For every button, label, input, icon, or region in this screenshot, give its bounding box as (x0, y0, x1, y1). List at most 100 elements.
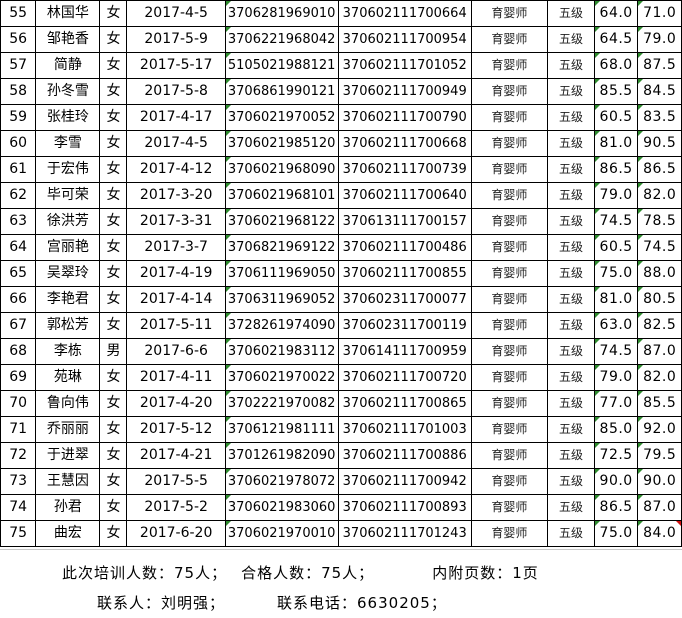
name-cell[interactable]: 李栋 (35, 338, 101, 365)
name-cell[interactable]: 吴翠玲 (35, 260, 101, 287)
name-cell[interactable]: 王慧因 (35, 468, 101, 495)
occupation-cell[interactable]: 育婴师 (470, 390, 549, 417)
date-cell[interactable]: 2017-4-5 (126, 130, 226, 157)
occupation-cell[interactable]: 育婴师 (470, 338, 549, 365)
row-number[interactable]: 58 (0, 78, 37, 105)
certificate-number-cell[interactable]: 370602111700954 (337, 26, 472, 53)
theory-score-cell[interactable]: 75.0 (593, 260, 639, 287)
row-number[interactable]: 70 (0, 390, 37, 417)
row-number[interactable]: 56 (0, 26, 37, 53)
occupation-cell[interactable]: 育婴师 (470, 26, 549, 53)
date-cell[interactable]: 2017-4-17 (126, 104, 226, 131)
certificate-number-cell[interactable]: 370602111700855 (337, 260, 472, 287)
skill-score-cell[interactable]: 82.0 (637, 182, 682, 209)
certificate-number-cell[interactable]: 370602111700949 (337, 78, 472, 105)
level-cell[interactable]: 五级 (547, 130, 595, 157)
date-cell[interactable]: 2017-4-5 (126, 0, 226, 27)
certificate-number-cell[interactable]: 370602111700790 (337, 104, 472, 131)
row-number[interactable]: 61 (0, 156, 37, 183)
certificate-number-cell[interactable]: 370602111700486 (337, 234, 472, 261)
id-number-cell[interactable]: 3728261974090 (224, 312, 339, 339)
skill-score-cell[interactable]: 87.5 (637, 52, 682, 79)
id-number-cell[interactable]: 3706021985120 (224, 130, 339, 157)
level-cell[interactable]: 五级 (547, 26, 595, 53)
certificate-number-cell[interactable]: 370602111700739 (337, 156, 472, 183)
sex-cell[interactable]: 女 (99, 52, 128, 79)
skill-score-cell[interactable]: 85.5 (637, 390, 682, 417)
level-cell[interactable]: 五级 (547, 338, 595, 365)
date-cell[interactable]: 2017-5-2 (126, 494, 226, 521)
theory-score-cell[interactable]: 79.0 (593, 364, 639, 391)
occupation-cell[interactable]: 育婴师 (470, 286, 549, 313)
skill-score-cell[interactable]: 78.5 (637, 208, 682, 235)
occupation-cell[interactable]: 育婴师 (470, 442, 549, 469)
skill-score-cell[interactable]: 84.0 (637, 520, 682, 547)
occupation-cell[interactable]: 育婴师 (470, 234, 549, 261)
row-number[interactable]: 72 (0, 442, 37, 469)
date-cell[interactable]: 2017-6-20 (126, 520, 226, 547)
id-number-cell[interactable]: 3706281969010 (224, 0, 339, 27)
sex-cell[interactable]: 女 (99, 312, 128, 339)
level-cell[interactable]: 五级 (547, 442, 595, 469)
level-cell[interactable]: 五级 (547, 468, 595, 495)
id-number-cell[interactable]: 3706021978072 (224, 468, 339, 495)
name-cell[interactable]: 简静 (35, 52, 101, 79)
sex-cell[interactable]: 女 (99, 104, 128, 131)
name-cell[interactable]: 林国华 (35, 0, 101, 27)
id-number-cell[interactable]: 3701261982090 (224, 442, 339, 469)
sex-cell[interactable]: 女 (99, 130, 128, 157)
row-number[interactable]: 67 (0, 312, 37, 339)
sex-cell[interactable]: 女 (99, 416, 128, 443)
row-number[interactable]: 71 (0, 416, 37, 443)
sex-cell[interactable]: 女 (99, 390, 128, 417)
level-cell[interactable]: 五级 (547, 234, 595, 261)
certificate-number-cell[interactable]: 370602111700942 (337, 468, 472, 495)
id-number-cell[interactable]: 3706021968090 (224, 156, 339, 183)
row-number[interactable]: 68 (0, 338, 37, 365)
skill-score-cell[interactable]: 82.5 (637, 312, 682, 339)
skill-score-cell[interactable]: 71.0 (637, 0, 682, 27)
skill-score-cell[interactable]: 87.0 (637, 494, 682, 521)
skill-score-cell[interactable]: 90.5 (637, 130, 682, 157)
id-number-cell[interactable]: 3706021968122 (224, 208, 339, 235)
id-number-cell[interactable]: 3706221968042 (224, 26, 339, 53)
certificate-number-cell[interactable]: 370602111701052 (337, 52, 472, 79)
skill-score-cell[interactable]: 90.0 (637, 468, 682, 495)
date-cell[interactable]: 2017-4-12 (126, 156, 226, 183)
theory-score-cell[interactable]: 60.5 (593, 234, 639, 261)
skill-score-cell[interactable]: 83.5 (637, 104, 682, 131)
occupation-cell[interactable]: 育婴师 (470, 494, 549, 521)
name-cell[interactable]: 乔丽丽 (35, 416, 101, 443)
certificate-number-cell[interactable]: 370602311700077 (337, 286, 472, 313)
name-cell[interactable]: 苑琳 (35, 364, 101, 391)
date-cell[interactable]: 2017-5-11 (126, 312, 226, 339)
level-cell[interactable]: 五级 (547, 494, 595, 521)
name-cell[interactable]: 李艳君 (35, 286, 101, 313)
theory-score-cell[interactable]: 77.0 (593, 390, 639, 417)
level-cell[interactable]: 五级 (547, 520, 595, 547)
id-number-cell[interactable]: 3706121981111 (224, 416, 339, 443)
theory-score-cell[interactable]: 85.5 (593, 78, 639, 105)
date-cell[interactable]: 2017-4-11 (126, 364, 226, 391)
certificate-number-cell[interactable]: 370602111700668 (337, 130, 472, 157)
level-cell[interactable]: 五级 (547, 78, 595, 105)
date-cell[interactable]: 2017-5-17 (126, 52, 226, 79)
occupation-cell[interactable]: 育婴师 (470, 52, 549, 79)
occupation-cell[interactable]: 育婴师 (470, 520, 549, 547)
skill-score-cell[interactable]: 82.0 (637, 364, 682, 391)
id-number-cell[interactable]: 3706021983060 (224, 494, 339, 521)
row-number[interactable]: 66 (0, 286, 37, 313)
id-number-cell[interactable]: 5105021988121 (224, 52, 339, 79)
skill-score-cell[interactable]: 79.0 (637, 26, 682, 53)
occupation-cell[interactable]: 育婴师 (470, 104, 549, 131)
name-cell[interactable]: 于宏伟 (35, 156, 101, 183)
theory-score-cell[interactable]: 64.5 (593, 26, 639, 53)
date-cell[interactable]: 2017-5-8 (126, 78, 226, 105)
theory-score-cell[interactable]: 90.0 (593, 468, 639, 495)
name-cell[interactable]: 李雪 (35, 130, 101, 157)
date-cell[interactable]: 2017-3-20 (126, 182, 226, 209)
certificate-number-cell[interactable]: 370602111701003 (337, 416, 472, 443)
theory-score-cell[interactable]: 86.5 (593, 494, 639, 521)
row-number[interactable]: 62 (0, 182, 37, 209)
theory-score-cell[interactable]: 74.5 (593, 338, 639, 365)
